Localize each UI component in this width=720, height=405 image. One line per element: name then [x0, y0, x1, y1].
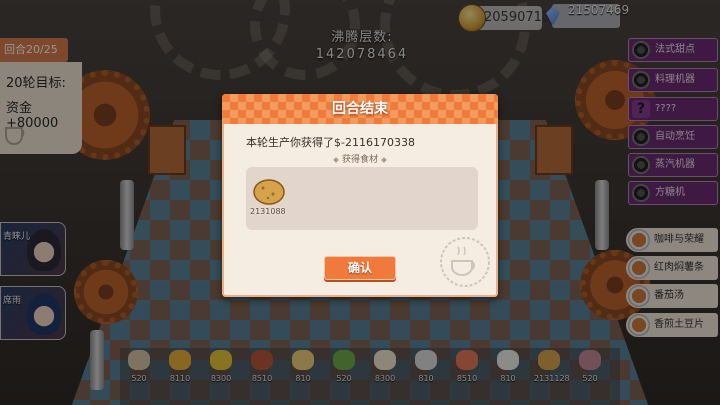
dialog-title: 回合结束: [222, 94, 498, 124]
rewards-subtitle-text: 获得食材: [341, 155, 378, 165]
potato-icon[interactable]: [252, 177, 286, 207]
round-end-dialog: 回合结束 本轮生产你获得了$-2116170338 获得食材 2131088 确…: [222, 94, 498, 297]
teacup-stamp-icon: [440, 237, 490, 287]
reward-slots: 2131088: [246, 167, 478, 230]
reward-count: 2131088: [250, 207, 286, 216]
rewards-subtitle: 获得食材: [222, 152, 498, 165]
diamond-bullet-icon: [333, 156, 339, 163]
diamond-bullet-icon: [381, 156, 387, 163]
confirm-button[interactable]: 确认: [324, 256, 396, 280]
production-result-text: 本轮生产你获得了$-2116170338: [246, 136, 415, 149]
